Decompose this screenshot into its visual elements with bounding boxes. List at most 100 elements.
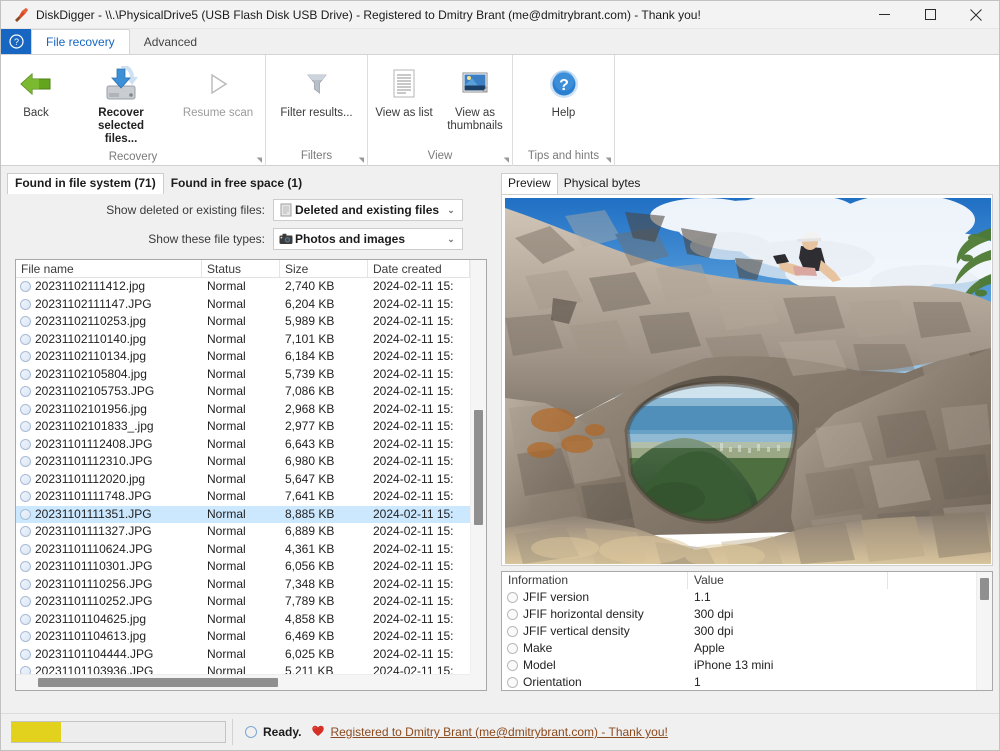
dialog-launcher-icon[interactable]: ◥ [504, 156, 509, 164]
file-icon [20, 334, 31, 345]
close-button[interactable] [953, 1, 999, 29]
table-row[interactable]: 20231102111147.JPGNormal6,204 KB2024-02-… [16, 296, 486, 314]
help-circle-icon[interactable]: ? [1, 29, 31, 54]
table-row[interactable]: 20231102110253.jpgNormal5,989 KB2024-02-… [16, 313, 486, 331]
metadata-scrollbar-thumb[interactable] [980, 578, 989, 600]
horizontal-scrollbar-thumb[interactable] [38, 678, 278, 687]
show-deleted-or-existing-select[interactable]: Deleted and existing files ⌄ [273, 199, 463, 221]
cell-file-name: 20231101110252.JPG [16, 593, 202, 611]
file-name-text: 20231102110253.jpg [35, 313, 146, 331]
table-row[interactable]: 20231101110252.JPGNormal7,789 KB2024-02-… [16, 593, 486, 611]
column-header-status[interactable]: Status [202, 260, 280, 277]
cell-size: 5,989 KB [280, 313, 368, 331]
tab-physical-bytes[interactable]: Physical bytes [558, 174, 647, 194]
resume-scan-button[interactable]: Resume scan [173, 61, 263, 122]
recover-selected-files-button[interactable]: Recover selected files... [69, 61, 173, 149]
help-button[interactable]: ? Help [514, 61, 614, 122]
chevron-down-icon[interactable]: ⌄ [443, 205, 459, 216]
column-header-file-name[interactable]: File name [16, 260, 202, 277]
file-icon [20, 614, 31, 625]
cell-size: 6,184 KB [280, 348, 368, 366]
show-deleted-or-existing-value: Deleted and existing files [295, 203, 443, 217]
table-row[interactable]: 20231101112020.jpgNormal5,647 KB2024-02-… [16, 471, 486, 489]
table-row[interactable]: 20231102105804.jpgNormal5,739 KB2024-02-… [16, 366, 486, 384]
table-row[interactable]: 20231102110134.jpgNormal6,184 KB2024-02-… [16, 348, 486, 366]
cell-size: 4,361 KB [280, 541, 368, 559]
table-row[interactable]: 20231102111412.jpgNormal2,740 KB2024-02-… [16, 278, 486, 296]
cell-date-created: 2024-02-11 15: [368, 593, 470, 611]
table-row[interactable]: 20231101111351.JPGNormal8,885 KB2024-02-… [16, 506, 486, 524]
play-triangle-icon [203, 63, 233, 105]
file-list-vertical-scrollbar[interactable] [470, 260, 486, 674]
list-item[interactable]: ModeliPhone 13 mini [502, 657, 992, 674]
view-as-list-button[interactable]: View as list [369, 61, 439, 122]
table-row[interactable]: 20231102101956.jpgNormal2,968 KB2024-02-… [16, 401, 486, 419]
back-button[interactable]: Back [3, 61, 69, 122]
list-item[interactable]: JFIF horizontal density300 dpi [502, 606, 992, 623]
table-row[interactable]: 20231101110256.JPGNormal7,348 KB2024-02-… [16, 576, 486, 594]
file-list-horizontal-scrollbar[interactable] [16, 674, 470, 690]
table-row[interactable]: 20231102110140.jpgNormal7,101 KB2024-02-… [16, 331, 486, 349]
show-these-file-types-select[interactable]: Photos and images ⌄ [273, 228, 463, 250]
table-row[interactable]: 20231102105753.JPGNormal7,086 KB2024-02-… [16, 383, 486, 401]
cell-size: 2,740 KB [280, 278, 368, 296]
table-row[interactable]: 20231101112310.JPGNormal6,980 KB2024-02-… [16, 453, 486, 471]
cell-size: 7,641 KB [280, 488, 368, 506]
cell-size: 6,980 KB [280, 453, 368, 471]
cell-status: Normal [202, 436, 280, 454]
vertical-scrollbar-thumb[interactable] [474, 410, 483, 525]
list-item[interactable]: MakeApple [502, 640, 992, 657]
cell-file-name: 20231102110140.jpg [16, 331, 202, 349]
minimize-button[interactable] [861, 1, 907, 29]
list-item[interactable]: Orientation1 [502, 674, 992, 691]
resume-scan-label: Resume scan [183, 107, 253, 120]
column-header-size[interactable]: Size [280, 260, 368, 277]
registration-text[interactable]: Registered to Dmitry Brant (me@dmitrybra… [330, 725, 667, 739]
cell-date-created: 2024-02-11 15: [368, 558, 470, 576]
metadata-vertical-scrollbar[interactable] [976, 572, 992, 690]
file-name-text: 20231101110252.JPG [35, 593, 152, 611]
file-list[interactable]: File name Status Size Date created 20231… [15, 259, 487, 691]
column-header-information[interactable]: Information [502, 572, 688, 589]
table-row[interactable]: 20231102101833_.jpgNormal2,977 KB2024-02… [16, 418, 486, 436]
help-circle-blue-icon: ? [548, 63, 580, 105]
cell-status: Normal [202, 558, 280, 576]
tab-found-in-free-space[interactable]: Found in free space (1) [164, 174, 309, 194]
ribbon-group-tips-and-hints: ? Help Tips and hints ◥ [513, 55, 615, 166]
chevron-down-icon[interactable]: ⌄ [443, 234, 459, 245]
dialog-launcher-icon[interactable]: ◥ [606, 156, 611, 164]
column-header-value[interactable]: Value [688, 572, 888, 589]
dialog-launcher-icon[interactable]: ◥ [257, 156, 262, 164]
tab-preview[interactable]: Preview [501, 173, 558, 194]
maximize-button[interactable] [907, 1, 953, 29]
filter-results-button[interactable]: Filter results... [267, 61, 367, 122]
filter-results-label: Filter results... [280, 107, 352, 120]
table-row[interactable]: 20231101104625.jpgNormal4,858 KB2024-02-… [16, 611, 486, 629]
cell-status: Normal [202, 383, 280, 401]
column-header-date-created[interactable]: Date created [368, 260, 470, 277]
file-icon [20, 474, 31, 485]
cell-file-name: 20231101104613.jpg [16, 628, 202, 646]
dialog-launcher-icon[interactable]: ◥ [359, 156, 364, 164]
file-name-text: 20231101111351.JPG [35, 506, 152, 524]
metadata-panel[interactable]: Information Value JFIF version1.1JFIF ho… [501, 571, 993, 691]
list-item[interactable]: JFIF vertical density300 dpi [502, 623, 992, 640]
view-as-thumbnails-button[interactable]: View as thumbnails [439, 61, 511, 135]
table-row[interactable]: 20231101104444.JPGNormal6,025 KB2024-02-… [16, 646, 486, 664]
file-icon [20, 579, 31, 590]
funnel-icon [302, 63, 332, 105]
tab-advanced[interactable]: Advanced [130, 29, 211, 54]
file-icon [20, 404, 31, 415]
table-row[interactable]: 20231101110301.JPGNormal6,056 KB2024-02-… [16, 558, 486, 576]
table-row[interactable]: 20231101104613.jpgNormal6,469 KB2024-02-… [16, 628, 486, 646]
table-row[interactable]: 20231101111327.JPGNormal6,889 KB2024-02-… [16, 523, 486, 541]
list-item[interactable]: JFIF version1.1 [502, 589, 992, 606]
svg-text:?: ? [13, 37, 18, 47]
table-row[interactable]: 20231101111748.JPGNormal7,641 KB2024-02-… [16, 488, 486, 506]
table-row[interactable]: 20231101110624.JPGNormal4,361 KB2024-02-… [16, 541, 486, 559]
tab-file-recovery[interactable]: File recovery [31, 29, 130, 54]
file-name-text: 20231101112408.JPG [35, 436, 152, 454]
registration-link[interactable]: Registered to Dmitry Brant (me@dmitrybra… [311, 724, 667, 740]
table-row[interactable]: 20231101112408.JPGNormal6,643 KB2024-02-… [16, 436, 486, 454]
tab-found-in-file-system[interactable]: Found in file system (71) [7, 173, 164, 194]
